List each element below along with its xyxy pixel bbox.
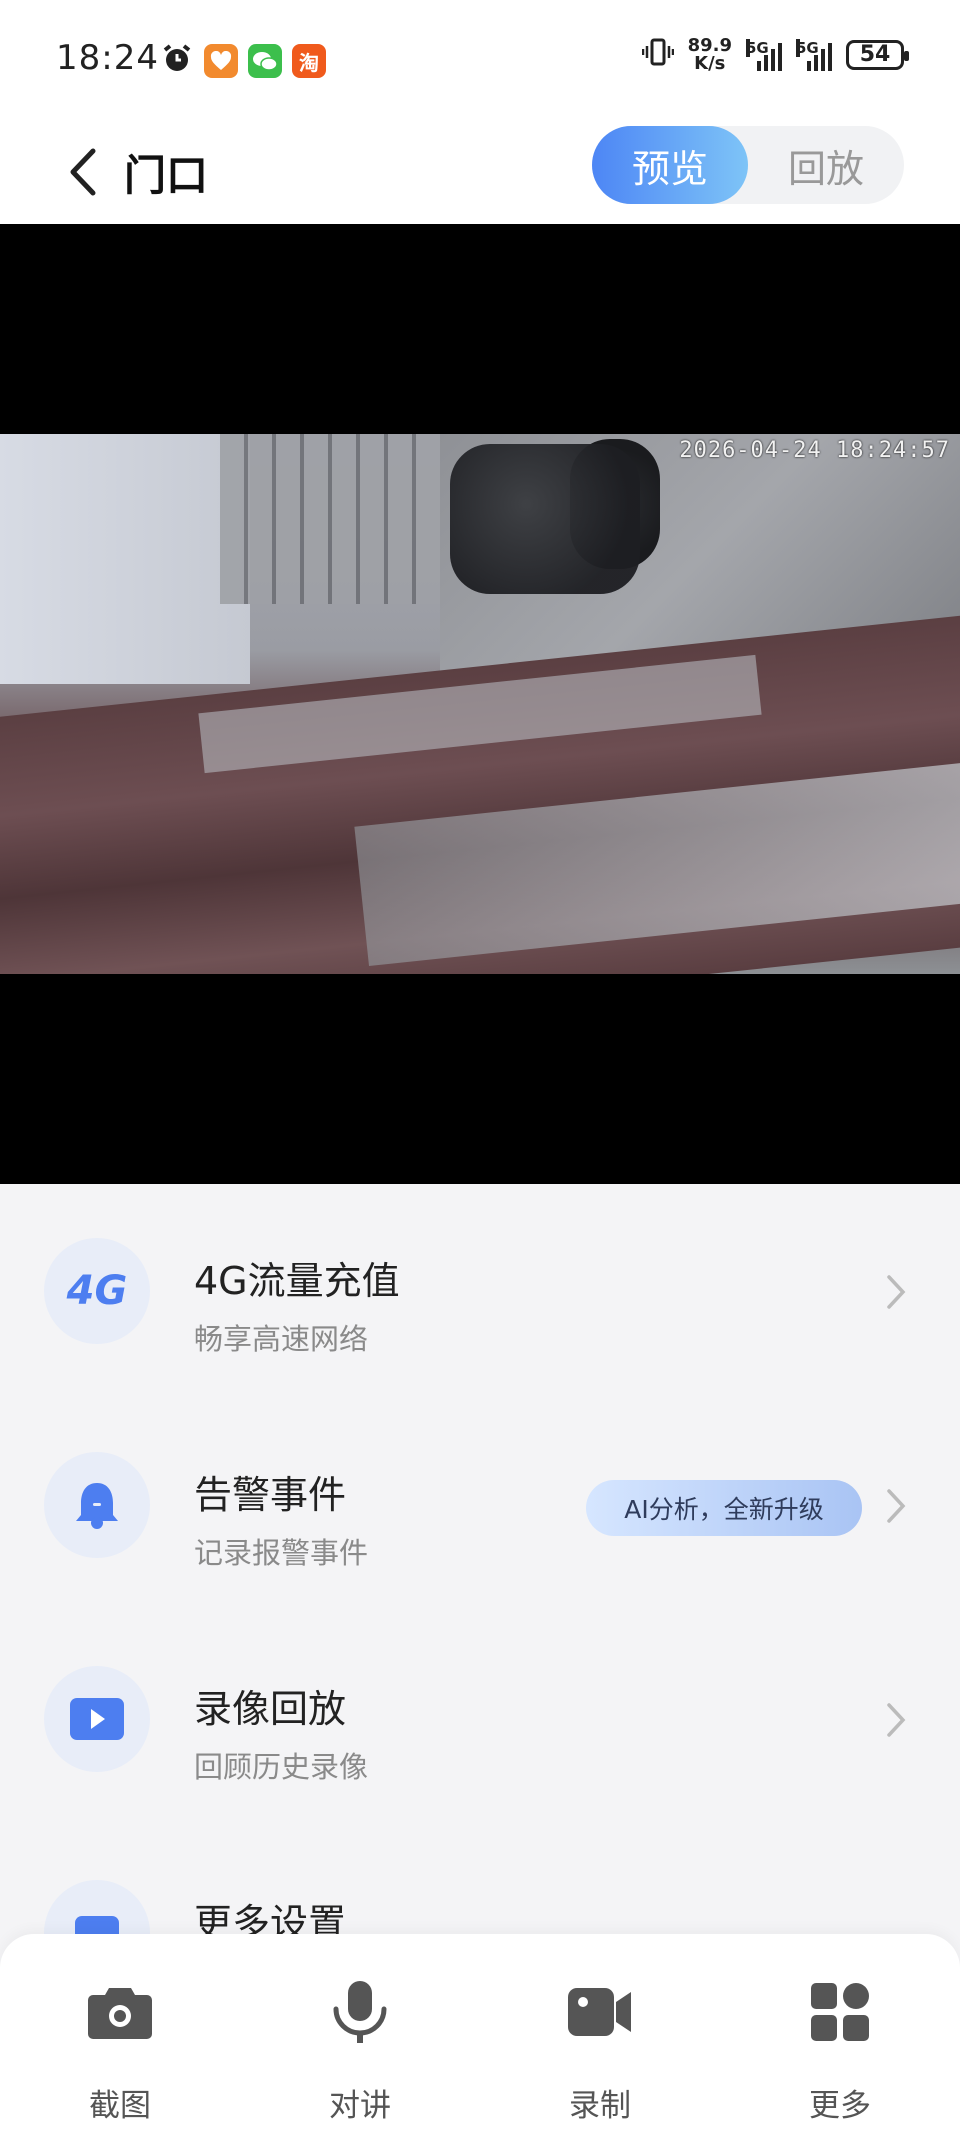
vibrate-icon (641, 36, 674, 73)
item-subtitle: 畅享高速网络 (194, 1322, 369, 1356)
signal-strength-icon: 5G (746, 38, 782, 71)
play-video-icon (44, 1666, 150, 1772)
item-title: 4G流量充值 (194, 1259, 400, 1303)
chevron-right-icon (887, 1489, 906, 1523)
tab-playback[interactable]: 回放 (748, 126, 904, 204)
screenshot-button[interactable]: 截图 (0, 1934, 240, 2146)
intercom-button[interactable]: 对讲 (240, 1934, 480, 2146)
more-button[interactable]: 更多 (720, 1934, 960, 2146)
item-title: 录像回放 (194, 1687, 347, 1731)
bell-icon (44, 1452, 150, 1558)
item-title: 告警事件 (194, 1473, 347, 1517)
signal-strength-icon: 5G (796, 38, 832, 71)
wechat-icon (248, 44, 282, 78)
tool-label: 更多 (809, 2088, 871, 2124)
status-bar: 18:24 淘 89.9 K/s 5G 5G 54 (0, 0, 960, 120)
chevron-right-icon (887, 1703, 906, 1737)
ai-upgrade-badge: AI分析，全新升级 (586, 1480, 862, 1536)
camera-frame: 2026-04-24 18:24:57 (0, 434, 960, 974)
chevron-right-icon (887, 1275, 906, 1309)
list-item-recording-playback[interactable]: 录像回放 回顾历史录像 (0, 1612, 960, 1826)
tool-label: 截图 (89, 2088, 151, 2124)
item-subtitle: 记录报警事件 (194, 1536, 369, 1570)
view-mode-toggle: 预览 回放 (592, 126, 904, 204)
4g-icon: 4G (44, 1238, 150, 1344)
heart-app-icon (204, 44, 238, 78)
record-button[interactable]: 录制 (480, 1934, 720, 2146)
back-button[interactable] (52, 142, 112, 202)
tool-label: 录制 (569, 2088, 631, 2124)
tab-preview[interactable]: 预览 (592, 126, 748, 204)
network-speed: 89.9 K/s (687, 34, 732, 74)
item-subtitle: 回顾历史录像 (194, 1750, 369, 1784)
video-camera-icon (565, 1980, 635, 2044)
list-item-4g-recharge[interactable]: 4G 4G流量充值 畅享高速网络 (0, 1184, 960, 1398)
app-header: 门口 预览 回放 (0, 120, 960, 224)
status-system-icons: 89.9 K/s 5G 5G 54 (641, 34, 909, 74)
video-timestamp: 2026-04-24 18:24:57 (679, 438, 950, 463)
chevron-left-icon (70, 148, 96, 196)
camera-icon (85, 1980, 155, 2044)
tool-label: 对讲 (329, 2088, 391, 2124)
alarm-clock-icon (160, 42, 194, 80)
status-notification-icons: 淘 (160, 42, 326, 80)
status-time: 18:24 (56, 38, 159, 78)
live-video-player[interactable]: 2026-04-24 18:24:57 (0, 224, 960, 1184)
list-item-alarm-events[interactable]: 告警事件 记录报警事件 AI分析，全新升级 (0, 1398, 960, 1612)
bottom-toolbar: 截图 对讲 录制 更多 (0, 1934, 960, 2146)
microphone-icon (325, 1980, 395, 2044)
battery-icon: 54 (846, 39, 909, 70)
taobao-icon: 淘 (292, 44, 326, 78)
page-title: 门口 (124, 151, 209, 200)
grid-icon (805, 1980, 875, 2044)
